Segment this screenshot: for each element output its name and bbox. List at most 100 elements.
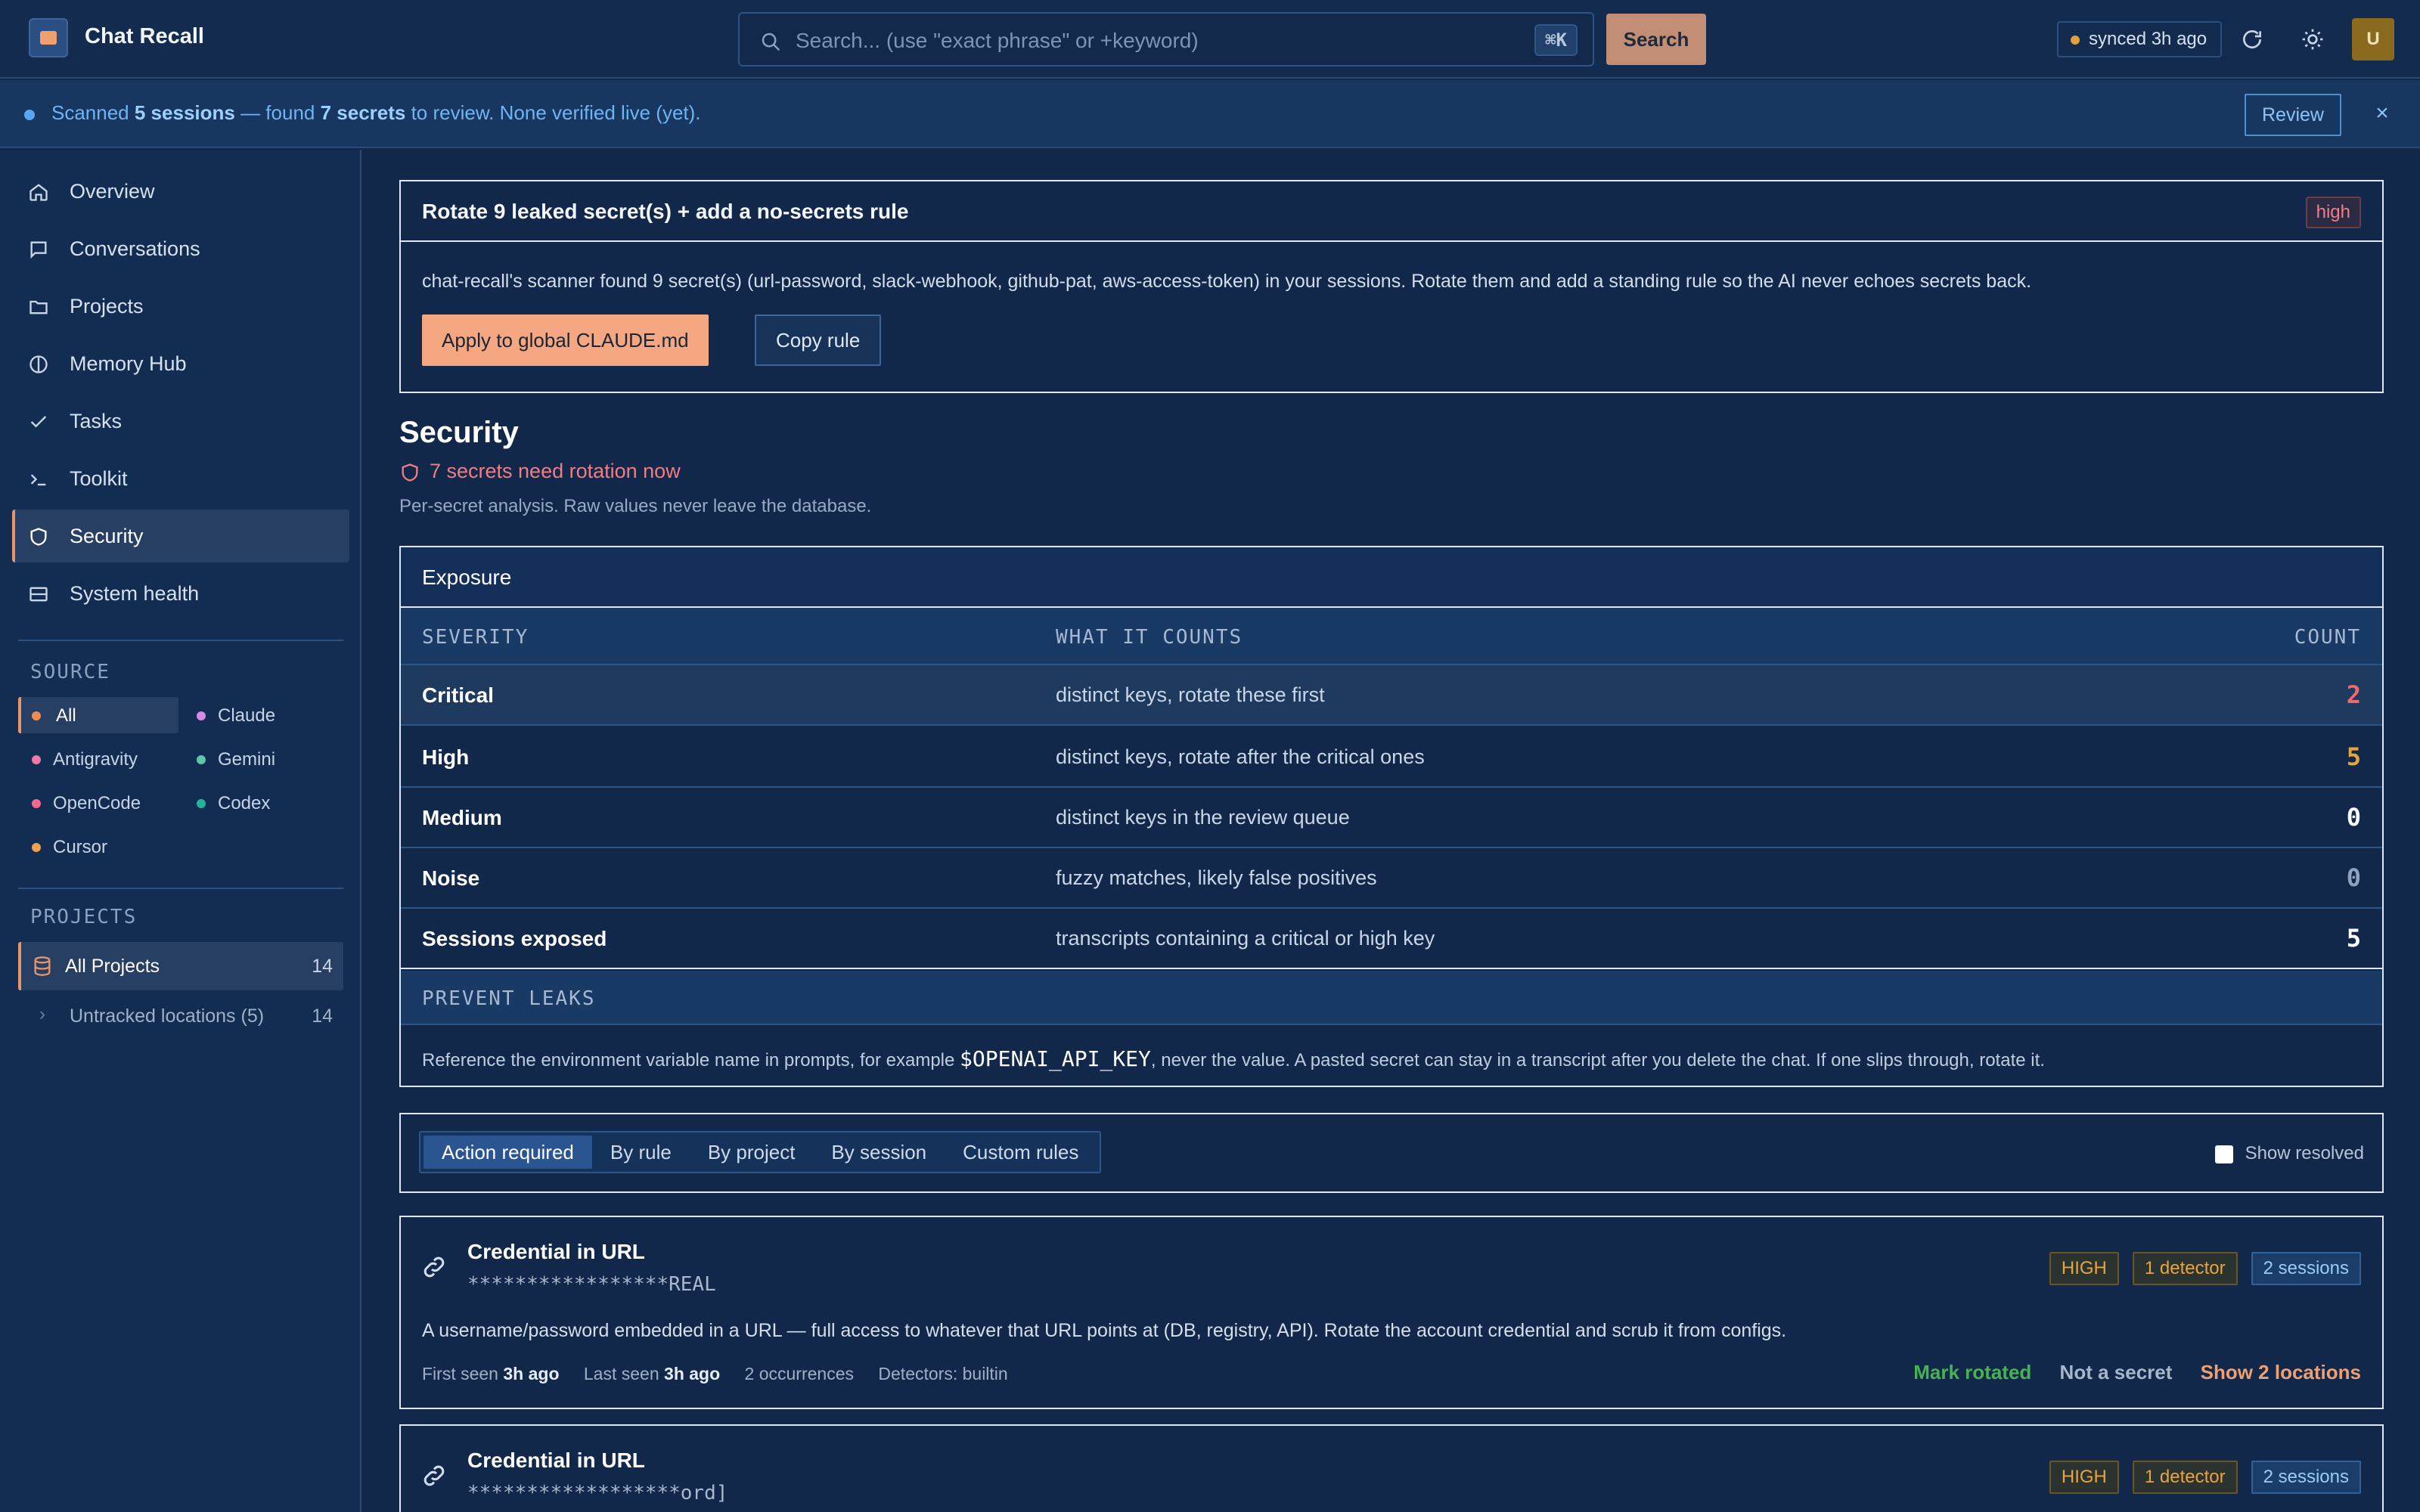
search-input[interactable]: Search... (use "exact phrase" or +keywor… <box>738 12 1594 67</box>
what-cell: fuzzy matches, likely false positives <box>1056 866 1377 889</box>
sync-status-badge: synced 3h ago <box>2057 21 2223 57</box>
severity-cell: Critical <box>422 683 494 707</box>
last-seen: Last seen 3h ago <box>583 1364 721 1383</box>
source-label: Cursor <box>53 837 108 857</box>
table-row: Sessions exposed transcripts containing … <box>401 909 2382 969</box>
tab-by-rule[interactable]: By rule <box>592 1136 690 1169</box>
severity-badge: HIGH <box>2049 1461 2119 1494</box>
sidebar-item-label: Projects <box>70 295 144 318</box>
tab-by-session[interactable]: By session <box>813 1136 945 1169</box>
project-count: 14 <box>312 1005 333 1027</box>
detector-badge: 1 detector <box>2132 1461 2238 1494</box>
severity-badge: high <box>2305 197 2361 228</box>
count-cell: 5 <box>2346 924 2361 953</box>
prevent-leaks-header: PREVENT LEAKS <box>401 971 2382 1025</box>
source-filter-gemini[interactable]: Gemini <box>183 741 343 777</box>
findings-filter-bar: Action required By rule By project By se… <box>399 1113 2384 1193</box>
project-all[interactable]: All Projects 14 <box>18 942 343 990</box>
chat-icon <box>30 241 47 259</box>
tab-by-project[interactable]: By project <box>690 1136 814 1169</box>
mark-rotated-button[interactable]: Mark rotated <box>1913 1361 2031 1383</box>
prevent-leaks-text: Reference the environment variable name … <box>422 1046 2045 1071</box>
source-filter-antigravity[interactable]: Antigravity <box>18 741 178 777</box>
source-filter-codex[interactable]: Codex <box>183 785 343 821</box>
exposure-header: Exposure <box>401 547 2382 608</box>
first-seen: First seen 3h ago <box>422 1364 560 1383</box>
sidebar-divider <box>18 888 343 889</box>
app-logo-icon <box>29 18 68 57</box>
close-icon[interactable]: × <box>2367 98 2397 129</box>
page-subtitle: Per-secret analysis. Raw values never le… <box>399 496 872 516</box>
info-dot-icon <box>24 110 35 120</box>
source-filter-cursor[interactable]: Cursor <box>18 829 178 865</box>
sync-status-text: synced 3h ago <box>2089 29 2207 49</box>
source-dot-icon <box>197 755 206 764</box>
main-content: Rotate 9 leaked secret(s) + add a no-sec… <box>363 150 2420 1512</box>
severity-badge: HIGH <box>2049 1252 2119 1285</box>
column-header-count: COUNT <box>2294 626 2361 649</box>
sidebar-item-label: Toolkit <box>70 467 128 490</box>
copy-rule-button[interactable]: Copy rule <box>755 314 882 366</box>
sessions-badge[interactable]: 2 sessions <box>2251 1461 2361 1494</box>
avatar[interactable]: U <box>2352 18 2394 60</box>
exposure-title: Exposure <box>422 565 512 589</box>
sidebar-item-label: Tasks <box>70 410 123 432</box>
banner-text: Scanned 5 sessions — found 7 secrets to … <box>51 101 701 124</box>
source-filter-claude[interactable]: Claude <box>183 697 343 733</box>
severity-cell: Medium <box>422 806 502 829</box>
source-label: All <box>56 705 76 726</box>
sessions-badge[interactable]: 2 sessions <box>2251 1252 2361 1285</box>
what-cell: distinct keys, rotate these first <box>1056 683 1325 706</box>
link-icon <box>424 1465 445 1486</box>
sidebar-item-label: Overview <box>70 180 155 203</box>
findings-tabs: Action required By rule By project By se… <box>419 1131 1102 1173</box>
tab-custom-rules[interactable]: Custom rules <box>945 1136 1097 1169</box>
column-header-severity: SEVERITY <box>422 626 529 649</box>
count-cell: 0 <box>2346 803 2361 832</box>
database-icon <box>34 956 51 976</box>
chevron-right-icon: › <box>39 1004 45 1024</box>
source-filter-all[interactable]: All <box>18 697 178 733</box>
tab-action-required[interactable]: Action required <box>424 1136 592 1169</box>
sidebar-item-tasks[interactable]: Tasks <box>12 395 349 448</box>
sidebar-item-memory-hub[interactable]: Memory Hub <box>12 337 349 390</box>
rotation-card-header: Rotate 9 leaked secret(s) + add a no-sec… <box>401 181 2382 242</box>
sidebar-item-conversations[interactable]: Conversations <box>12 222 349 275</box>
source-dot-icon <box>197 711 206 720</box>
project-label: All Projects <box>65 956 160 977</box>
count-cell: 0 <box>2346 863 2361 892</box>
show-resolved-toggle[interactable]: Show resolved <box>2214 1143 2364 1164</box>
scan-banner: Scanned 5 sessions — found 7 secrets to … <box>0 80 2420 148</box>
sidebar-item-overview[interactable]: Overview <box>12 165 349 218</box>
search-button[interactable]: Search <box>1606 14 1706 65</box>
theme-toggle-icon[interactable] <box>2296 23 2329 56</box>
sidebar-item-security[interactable]: Security <box>12 510 349 562</box>
sidebar-item-system-health[interactable]: System health <box>12 567 349 620</box>
table-row: Noise fuzzy matches, likely false positi… <box>401 848 2382 909</box>
shield-icon <box>30 528 47 546</box>
review-button[interactable]: Review <box>2245 94 2341 136</box>
show-locations-button[interactable]: Show 2 locations <box>2201 1361 2361 1383</box>
refresh-icon[interactable] <box>2235 23 2269 56</box>
sidebar-item-label: Conversations <box>70 237 200 260</box>
apply-to-claude-md-button[interactable]: Apply to global CLAUDE.md <box>422 314 709 366</box>
source-dot-icon <box>32 843 41 852</box>
severity-cell: High <box>422 745 470 769</box>
not-a-secret-button[interactable]: Not a secret <box>2060 1361 2173 1383</box>
sidebar-item-label: Security <box>70 525 144 547</box>
sync-dot-icon <box>2071 36 2080 45</box>
rotation-description: chat-recall's scanner found 9 secret(s) … <box>422 271 2032 292</box>
project-untracked[interactable]: › Untracked locations (5) 14 <box>18 992 343 1040</box>
shield-icon <box>402 463 418 482</box>
sidebar-item-projects[interactable]: Projects <box>12 280 349 333</box>
sidebar-item-toolkit[interactable]: Toolkit <box>12 452 349 505</box>
home-icon <box>29 184 48 201</box>
source-filter-opencode[interactable]: OpenCode <box>18 785 178 821</box>
show-resolved-checkbox[interactable] <box>2214 1145 2233 1163</box>
detectors-info: Detectors: builtin <box>878 1364 1008 1383</box>
search-icon <box>762 33 780 51</box>
finding-masked-value: *****************REAL <box>467 1273 716 1296</box>
terminal-icon <box>30 474 46 486</box>
occurrences: 2 occurrences <box>744 1364 855 1383</box>
finding-actions: Mark rotated Not a secret Show 2 locatio… <box>1891 1361 2361 1384</box>
